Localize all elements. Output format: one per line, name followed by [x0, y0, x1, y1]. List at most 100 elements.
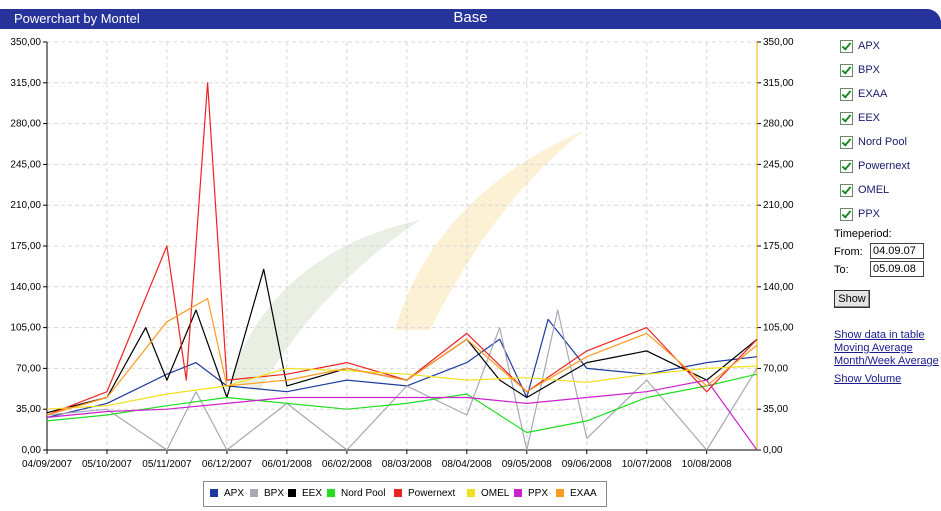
- chart-plot: 0,00 35,00 70,00 105,00 140,00 175,00 210,00 24…: [10, 37, 794, 470]
- y-tick-label-left: 280,00: [10, 119, 41, 130]
- x-tick-label: 08/04/2008: [442, 459, 492, 470]
- from-date-input[interactable]: [870, 243, 924, 259]
- legend-label: OMEL: [481, 488, 510, 499]
- from-row: From:: [834, 243, 924, 259]
- checkbox-label: Nord Pool: [858, 136, 907, 148]
- to-row: To:: [834, 261, 924, 277]
- to-label: To:: [834, 264, 849, 276]
- y-tick-label-right: 35,00: [763, 404, 788, 415]
- y-tick-label-left: 315,00: [10, 78, 41, 89]
- series-lines: [46, 82, 758, 451]
- legend-swatch: [250, 489, 258, 497]
- y-tick-label-right: 0,00: [763, 445, 783, 456]
- checkbox-icon[interactable]: [840, 184, 853, 197]
- month-week-average-link[interactable]: Month/Week Average: [834, 355, 939, 367]
- legend-label: Powernext: [408, 488, 456, 499]
- legend-item-exaa: EXAA: [556, 488, 597, 499]
- legend-swatch: [210, 489, 218, 497]
- to-date-input[interactable]: [870, 261, 924, 277]
- legend-item-eex: EEX: [288, 488, 322, 499]
- x-tick-label: 08/03/2008: [382, 459, 432, 470]
- series-line-omel: [46, 365, 758, 410]
- checkbox-label: BPX: [858, 64, 881, 76]
- legend-item-omel: OMEL: [467, 488, 509, 499]
- y-tick-label-left: 140,00: [10, 282, 41, 293]
- y-axis-left-labels: 0,00 35,00 70,00 105,00 140,00 175,00 210,00 24…: [10, 37, 41, 456]
- moving-average-link[interactable]: Moving Average: [834, 342, 913, 354]
- y-tick-label-right: 245,00: [763, 159, 794, 170]
- checkbox-icon[interactable]: [840, 136, 853, 149]
- y-tick-label-right: 140,00: [763, 282, 794, 293]
- checkbox-icon[interactable]: [840, 112, 853, 125]
- legend-item-apx: APX: [210, 488, 244, 499]
- axes: [43, 41, 761, 454]
- x-tick-label: 06/01/2008: [262, 459, 312, 470]
- legend-swatch: [327, 489, 335, 497]
- title-bar: Powerchart by Montel Base: [0, 9, 941, 29]
- show-button[interactable]: Show: [834, 290, 870, 308]
- x-tick-label: 06/12/2007: [202, 459, 252, 470]
- x-tick-label: 10/08/2008: [682, 459, 732, 470]
- series-line-nord-pool: [46, 373, 758, 434]
- show-volume-link[interactable]: Show Volume: [834, 373, 901, 385]
- y-tick-label-left: 0,00: [22, 445, 42, 456]
- x-tick-label: 04/09/2007: [22, 459, 72, 470]
- legend-item-nord-pool: Nord Pool: [327, 488, 385, 499]
- checkbox-icon[interactable]: [840, 88, 853, 101]
- checkbox-label: EEX: [858, 112, 881, 124]
- x-tick-label: 09/06/2008: [562, 459, 612, 470]
- checkbox-label: PPX: [858, 208, 881, 220]
- legend-label: EXAA: [570, 488, 597, 499]
- checkbox-icon[interactable]: [840, 64, 853, 77]
- y-tick-label-right: 70,00: [763, 363, 788, 374]
- legend-label: EEX: [302, 488, 323, 499]
- legend-label: BPX: [264, 488, 285, 499]
- legend-swatch: [467, 489, 475, 497]
- legend-item-ppx: PPX: [514, 488, 548, 499]
- x-axis-labels: 04/09/2007 05/10/2007 05/11/2007 06/12/2007…: [22, 459, 732, 470]
- from-label: From:: [834, 246, 863, 258]
- y-tick-label-left: 35,00: [16, 404, 41, 415]
- legend-item-bpx: BPX: [250, 488, 284, 499]
- legend-swatch: [556, 489, 564, 497]
- legend-label: APX: [224, 488, 245, 499]
- logo-watermark: [230, 130, 585, 390]
- checkbox-label: APX: [858, 40, 881, 52]
- y-tick-label-left: 105,00: [10, 323, 41, 334]
- chart-title: Base: [453, 9, 488, 26]
- legend-swatch: [394, 489, 402, 497]
- legend-item-powernext: Powernext: [394, 488, 455, 499]
- y-tick-label-right: 210,00: [763, 200, 794, 211]
- show-data-in-table-link[interactable]: Show data in table: [834, 329, 925, 341]
- checkbox-label: EXAA: [858, 88, 888, 100]
- x-tick-label: 06/02/2008: [322, 459, 372, 470]
- y-tick-label-left: 245,00: [10, 159, 41, 170]
- checkbox-icon[interactable]: [840, 160, 853, 173]
- y-tick-label-left: 210,00: [10, 200, 41, 211]
- checkbox-label: OMEL: [858, 184, 890, 196]
- timeperiod-label: Timeperiod:: [834, 228, 892, 240]
- x-tick-label: 09/05/2008: [502, 459, 552, 470]
- y-tick-label-right: 175,00: [763, 241, 794, 252]
- legend-label: Nord Pool: [341, 488, 386, 499]
- grid-lines: [47, 41, 757, 450]
- y-tick-label-right: 315,00: [763, 78, 794, 89]
- chart-legend: APX BPX EEX Nord Pool Powernext OMEL PPX…: [203, 481, 607, 507]
- y-tick-label-right: 280,00: [763, 119, 794, 130]
- y-tick-label-left: 350,00: [10, 37, 41, 48]
- series-line-powernext: [46, 82, 758, 416]
- legend-label: PPX: [528, 488, 549, 499]
- y-tick-label-right: 105,00: [763, 323, 794, 334]
- y-tick-label-right: 350,00: [763, 37, 794, 48]
- y-tick-label-left: 70,00: [16, 363, 41, 374]
- x-tick-label: 05/10/2007: [82, 459, 132, 470]
- x-tick-label: 10/07/2008: [622, 459, 672, 470]
- checkbox-label: Powernext: [858, 160, 910, 172]
- checkbox-icon[interactable]: [840, 40, 853, 53]
- y-tick-label-left: 175,00: [10, 241, 41, 252]
- x-tick-label: 05/11/2007: [142, 459, 192, 470]
- checkbox-icon[interactable]: [840, 208, 853, 221]
- legend-swatch: [288, 489, 296, 497]
- y-axis-right-labels: 0,00 35,00 70,00 105,00 140,00 175,00 210,00 24…: [763, 37, 794, 456]
- legend-swatch: [514, 489, 522, 497]
